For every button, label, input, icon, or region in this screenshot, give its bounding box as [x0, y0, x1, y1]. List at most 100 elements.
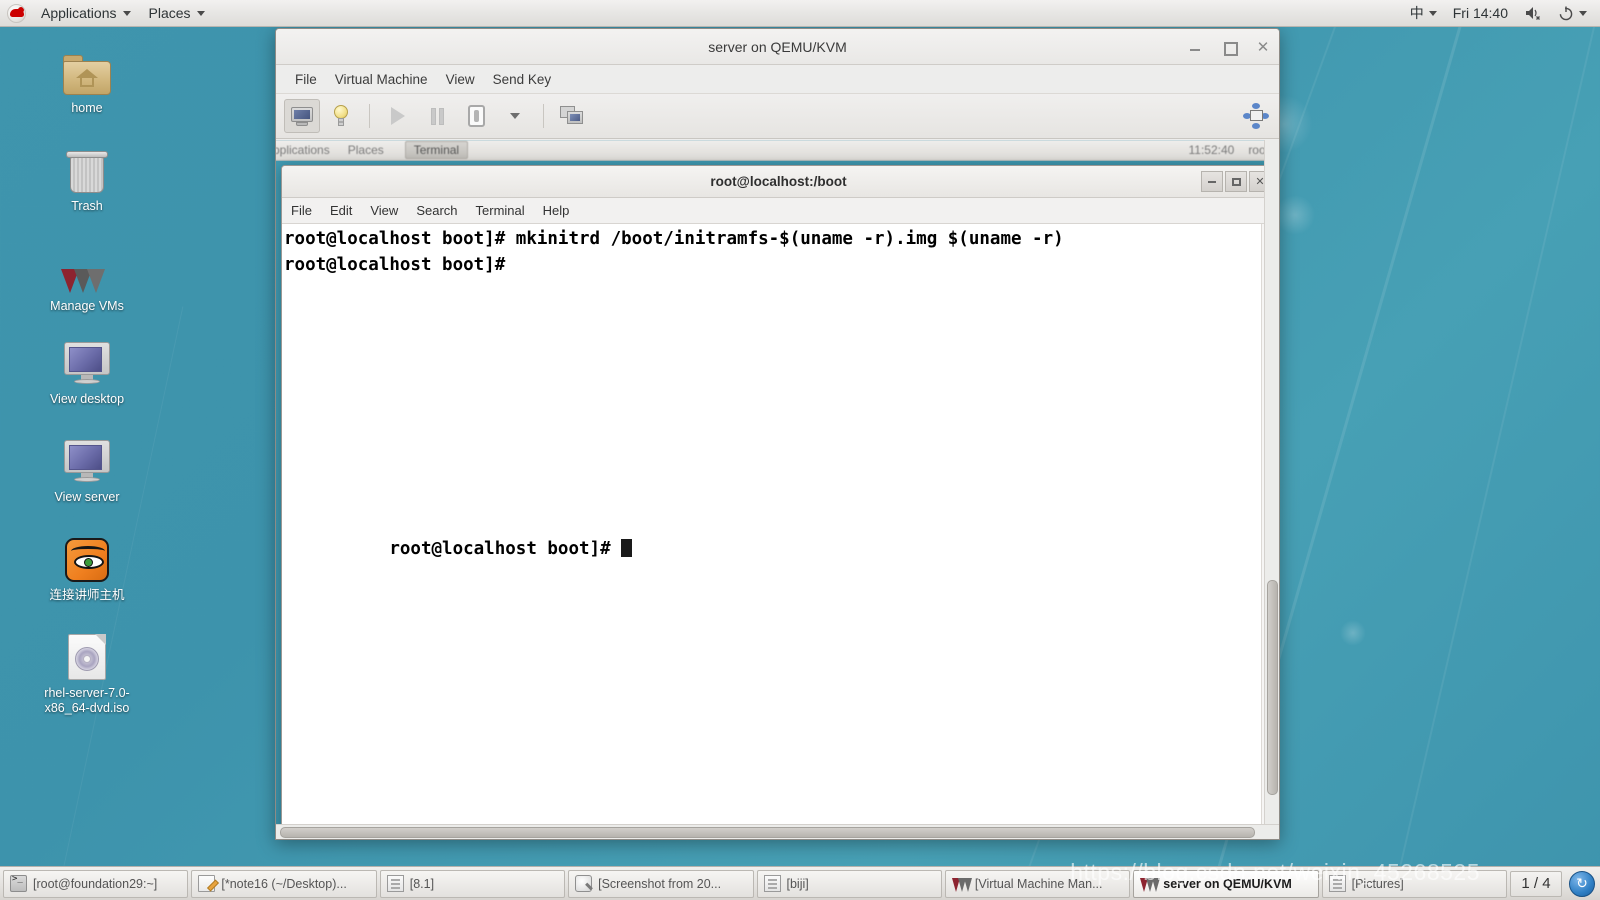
terminal-cursor [621, 539, 633, 557]
minimize-icon[interactable] [1187, 39, 1203, 55]
guest-applications-menu[interactable]: Applications [276, 143, 339, 157]
taskbar-item-label: [Screenshot from 20... [598, 876, 722, 891]
vnc-viewer-icon [22, 532, 152, 582]
close-icon[interactable]: ✕ [1255, 39, 1271, 56]
redhat-logo-icon [7, 3, 26, 23]
desktop-icon-label: Manage VMs [50, 299, 124, 313]
menu-view[interactable]: View [437, 68, 484, 91]
shutdown-options-button[interactable] [497, 99, 533, 133]
desktop-icon-manage-vms[interactable]: Manage VMs [22, 243, 152, 314]
workspace-indicator-label: 1 / 4 [1521, 875, 1551, 892]
power-icon[interactable] [1551, 3, 1594, 23]
toolbar-separator [369, 104, 370, 128]
terminal-line: root@localhost boot]# [284, 255, 506, 275]
input-method-indicator[interactable]: 中 [1403, 1, 1444, 25]
desktop-icon-label: 连接讲师主机 [49, 588, 125, 602]
guest-terminal-window-controls: ✕ [1201, 171, 1271, 192]
vm-window-title: server on QEMU/KVM [708, 38, 847, 55]
desktop-icon-label: rhel-server-7.0-x86_64-dvd.iso [44, 686, 130, 715]
guest-places-menu[interactable]: Places [339, 143, 393, 157]
guest-terminal-screen[interactable]: root@localhost boot]# mkinitrd /boot/ini… [282, 224, 1275, 839]
desktop-icon-home[interactable]: home [22, 45, 152, 116]
pause-button[interactable] [419, 99, 455, 133]
vm-window-titlebar[interactable]: server on QEMU/KVM ✕ [276, 29, 1279, 65]
wallpaper-glow [1275, 195, 1315, 235]
places-menu-label: Places [148, 5, 191, 21]
vm-viewport-hscrollbar-thumb[interactable] [280, 827, 1255, 838]
maximize-icon[interactable] [1221, 39, 1238, 56]
desktop-icon-label: View server [54, 490, 120, 504]
fullscreen-arrow [1252, 103, 1260, 109]
terminal-prompt-line: root@localhost boot]# [282, 512, 1275, 582]
guest-terminal-titlebar[interactable]: root@localhost:/boot ✕ [282, 166, 1275, 198]
menu-virtual-machine[interactable]: Virtual Machine [326, 68, 437, 91]
snapshots-button[interactable] [554, 99, 590, 133]
desktop-icon-connect-instructor-host[interactable]: 连接讲师主机 [22, 532, 152, 603]
text-editor-icon [198, 875, 216, 892]
terminal-prompt: root@localhost boot]# [389, 539, 622, 559]
terminal-icon [10, 874, 27, 892]
menu-send-key[interactable]: Send Key [484, 68, 561, 91]
image-viewer-icon [575, 875, 593, 892]
workspace-switcher-icon[interactable]: ↻ [1569, 870, 1595, 897]
taskbar-item-note16[interactable]: [*note16 (~/Desktop)... [191, 869, 377, 898]
desktop-icon-view-desktop[interactable]: View desktop [22, 336, 152, 407]
wallpaper-glow [1340, 620, 1366, 646]
vm-console-window: server on QEMU/KVM ✕ File Virtual Machin… [275, 28, 1280, 840]
desktop-icon-rhel-iso[interactable]: rhel-server-7.0-x86_64-dvd.iso [22, 630, 152, 716]
taskbar-item-label: [Pictures] [1351, 876, 1404, 891]
snapshot-icon [560, 105, 584, 127]
show-details-button[interactable] [323, 99, 359, 133]
terminal-menu-edit[interactable]: Edit [321, 200, 361, 221]
minimize-icon[interactable] [1201, 171, 1223, 192]
terminal-menu-terminal[interactable]: Terminal [467, 200, 534, 221]
taskbar-item-8-1[interactable]: [8.1] [379, 869, 566, 898]
shutdown-button[interactable] [458, 99, 494, 133]
volume-muted-icon[interactable] [1517, 3, 1549, 23]
taskbar-item-biji[interactable]: [biji] [756, 869, 942, 898]
clock[interactable]: Fri 14:40 [1446, 3, 1515, 23]
applications-menu[interactable]: Applications [32, 3, 140, 23]
vm-viewport-vscrollbar-thumb[interactable] [1267, 580, 1278, 795]
lightbulb-icon [333, 105, 349, 127]
terminal-menu-search[interactable]: Search [407, 200, 466, 221]
guest-window-button-terminal[interactable]: Terminal [404, 141, 469, 159]
taskbar-item-terminal[interactable]: [root@foundation29:~] [3, 869, 189, 898]
maximize-icon[interactable] [1225, 171, 1247, 192]
run-button[interactable] [380, 99, 416, 133]
guest-terminal-window: root@localhost:/boot ✕ File Edit View Se… [281, 165, 1276, 839]
taskbar-item-label: [8.1] [409, 876, 435, 891]
taskbar-item-label: [biji] [786, 876, 809, 891]
taskbar-item-screenshot[interactable]: [Screenshot from 20... [568, 869, 754, 898]
menu-file[interactable]: File [286, 68, 326, 91]
vm-toolbar [276, 94, 1279, 139]
taskbar-item-label: [*note16 (~/Desktop)... [221, 876, 347, 891]
vm-viewport-vscrollbar[interactable] [1264, 140, 1279, 826]
fullscreen-button[interactable] [1243, 103, 1269, 129]
terminal-menu-file[interactable]: File [282, 200, 321, 221]
taskbar-item-label: [Virtual Machine Man... [974, 876, 1103, 891]
vm-viewport-hscrollbar[interactable] [276, 824, 1279, 839]
taskbar-item-label: [root@foundation29:~] [33, 876, 158, 891]
vm-guest-viewport[interactable]: Applications Places Terminal 11:52:40 ro… [276, 140, 1279, 839]
vm-menubar: File Virtual Machine View Send Key [276, 65, 1279, 94]
chevron-down-icon [196, 10, 205, 16]
places-menu[interactable]: Places [140, 3, 214, 23]
document-icon [1328, 875, 1346, 892]
terminal-menu-view[interactable]: View [361, 200, 407, 221]
taskbar-item-server-on-qemu-kvm[interactable]: server on QEMU/KVM [1133, 869, 1319, 898]
chevron-down-icon [1428, 10, 1437, 16]
desktop-icon-label: View desktop [49, 392, 125, 406]
desktop-icon-view-server[interactable]: View server [22, 434, 152, 505]
document-icon [386, 875, 404, 892]
workspace-indicator[interactable]: 1 / 4 [1510, 870, 1562, 897]
taskbar-item-pictures[interactable]: [Pictures] [1321, 869, 1507, 898]
terminal-menu-help[interactable]: Help [534, 200, 579, 221]
top-panel: Applications Places 中 Fri 14:40 [0, 0, 1600, 27]
iso-disc-icon [22, 630, 152, 680]
taskbar-item-virtual-machine-manager[interactable]: [Virtual Machine Man... [944, 869, 1131, 898]
desktop-icon-label: Trash [71, 199, 103, 213]
show-console-button[interactable] [284, 99, 320, 133]
monitor-icon [22, 434, 152, 484]
desktop-icon-trash[interactable]: Trash [22, 143, 152, 214]
